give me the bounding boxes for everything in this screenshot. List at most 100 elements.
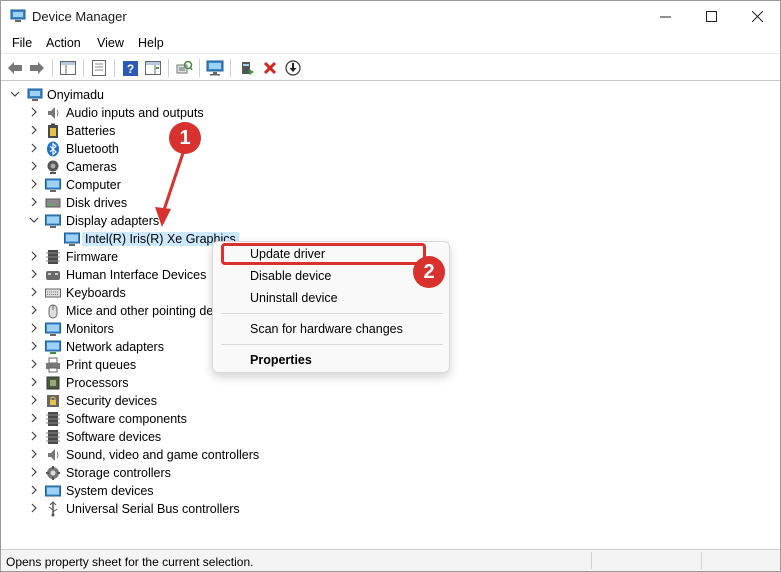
- tree-root-label: Onyimadu: [47, 88, 104, 102]
- properties-icon: [92, 60, 106, 76]
- network-icon: [45, 340, 61, 354]
- chevron-right-icon[interactable]: [28, 430, 40, 442]
- tree-item-cameras[interactable]: Cameras: [1, 158, 401, 176]
- tree-item-label: Batteries: [66, 124, 116, 138]
- step-badge-1: 1: [169, 122, 201, 154]
- show-hide-tree-button[interactable]: [58, 58, 78, 78]
- tree-item-batteries[interactable]: Batteries: [1, 122, 401, 140]
- tree-item-label: Keyboards: [66, 286, 126, 300]
- computer-root-icon: [27, 88, 43, 101]
- tree-item-label: Print queues: [66, 358, 137, 372]
- scan-hardware-button[interactable]: [174, 58, 194, 78]
- mouse-icon: [48, 304, 58, 319]
- tree-item-security[interactable]: Security devices: [1, 392, 401, 410]
- computer-icon: [45, 178, 61, 192]
- forward-button[interactable]: [27, 58, 47, 78]
- toolbar-separator: [230, 59, 231, 77]
- chevron-right-icon[interactable]: [28, 322, 40, 334]
- maximize-button[interactable]: [688, 1, 734, 32]
- menu-uninstall-device[interactable]: Uninstall device: [250, 291, 338, 305]
- security-icon: [47, 395, 59, 407]
- monitor-button[interactable]: [205, 58, 225, 78]
- enable-device-button[interactable]: [237, 58, 257, 78]
- display-adapter-icon: [45, 214, 61, 228]
- minimize-button[interactable]: [642, 1, 688, 32]
- chevron-right-icon[interactable]: [28, 142, 40, 154]
- tree-item-software-components[interactable]: Software components: [1, 410, 401, 428]
- menu-properties[interactable]: Properties: [250, 353, 312, 367]
- window-title: Device Manager: [32, 9, 127, 24]
- chevron-right-icon[interactable]: [28, 412, 40, 424]
- chevron-right-icon[interactable]: [28, 502, 40, 514]
- chevron-right-icon[interactable]: [28, 394, 40, 406]
- title-bar[interactable]: Device Manager: [1, 1, 780, 32]
- tree-item-disk-drives[interactable]: Disk drives: [1, 194, 401, 212]
- back-button[interactable]: [5, 58, 25, 78]
- printer-icon: [46, 357, 60, 373]
- tree-item-label: Display adapters: [66, 214, 160, 228]
- show-hide-tree-icon: [60, 61, 76, 75]
- menu-action[interactable]: Action: [46, 36, 81, 50]
- menu-view[interactable]: View: [97, 36, 124, 50]
- toolbar-separator: [52, 59, 53, 77]
- chevron-right-icon[interactable]: [28, 358, 40, 370]
- tree-item-usb[interactable]: Universal Serial Bus controllers: [1, 500, 401, 518]
- update-driver-button[interactable]: [283, 58, 303, 78]
- chevron-right-icon[interactable]: [28, 376, 40, 388]
- chevron-right-icon[interactable]: [28, 268, 40, 280]
- device-manager-icon: [10, 9, 26, 22]
- uninstall-device-button[interactable]: [260, 58, 280, 78]
- action-pane-icon: [145, 61, 161, 75]
- chevron-right-icon[interactable]: [28, 124, 40, 136]
- monitor-icon: [206, 60, 224, 76]
- scan-hardware-icon: [176, 60, 193, 74]
- tree-item-storage[interactable]: Storage controllers: [1, 464, 401, 482]
- chevron-right-icon[interactable]: [28, 160, 40, 172]
- toolbar-separator: [83, 59, 84, 77]
- chevron-right-icon[interactable]: [28, 106, 40, 118]
- tree-item-processors[interactable]: Processors: [1, 374, 401, 392]
- chevron-down-icon[interactable]: [9, 88, 21, 100]
- tree-item-label: Human Interface Devices: [66, 268, 207, 282]
- back-arrow-icon: [8, 62, 22, 74]
- tree-item-label: Audio inputs and outputs: [66, 106, 204, 120]
- tree-item-computer[interactable]: Computer: [1, 176, 401, 194]
- toolbar-separator: [199, 59, 200, 77]
- tree-item-audio[interactable]: Audio inputs and outputs: [1, 104, 401, 122]
- tree-item-system[interactable]: System devices: [1, 482, 401, 500]
- bluetooth-icon: [47, 141, 59, 157]
- tree-item-software-devices[interactable]: Software devices: [1, 428, 401, 446]
- menu-scan-hardware[interactable]: Scan for hardware changes: [250, 322, 403, 336]
- toolbar: ?: [1, 55, 780, 81]
- close-button[interactable]: [734, 1, 780, 32]
- chevron-right-icon[interactable]: [28, 448, 40, 460]
- close-icon: [751, 11, 763, 22]
- chevron-right-icon[interactable]: [28, 304, 40, 316]
- properties-button[interactable]: [89, 58, 109, 78]
- speaker-icon: [48, 107, 59, 119]
- status-divider: [591, 552, 592, 569]
- chevron-right-icon[interactable]: [28, 340, 40, 352]
- step-badge-2: 2: [413, 256, 445, 288]
- software-component-icon: [46, 412, 60, 426]
- chevron-right-icon[interactable]: [28, 286, 40, 298]
- chevron-right-icon[interactable]: [28, 484, 40, 496]
- menu-help[interactable]: Help: [138, 36, 164, 50]
- tree-item-display-adapters[interactable]: Display adapters: [1, 212, 401, 230]
- tree-item-bluetooth[interactable]: Bluetooth: [1, 140, 401, 158]
- tree-root[interactable]: Onyimadu: [1, 86, 401, 104]
- chevron-right-icon[interactable]: [28, 250, 40, 262]
- chevron-right-icon[interactable]: [28, 178, 40, 190]
- tree-item-sound[interactable]: Sound, video and game controllers: [1, 446, 401, 464]
- chevron-down-icon[interactable]: [28, 214, 40, 226]
- chevron-right-icon[interactable]: [28, 196, 40, 208]
- help-icon: ?: [122, 60, 138, 76]
- menu-file[interactable]: File: [12, 36, 32, 50]
- help-button[interactable]: ?: [120, 58, 140, 78]
- tree-item-label: Universal Serial Bus controllers: [66, 502, 240, 516]
- chevron-right-icon[interactable]: [28, 466, 40, 478]
- storage-icon: [46, 466, 60, 480]
- uninstall-icon: [263, 61, 277, 75]
- action-pane-button[interactable]: [143, 58, 163, 78]
- menu-disable-device[interactable]: Disable device: [250, 269, 331, 283]
